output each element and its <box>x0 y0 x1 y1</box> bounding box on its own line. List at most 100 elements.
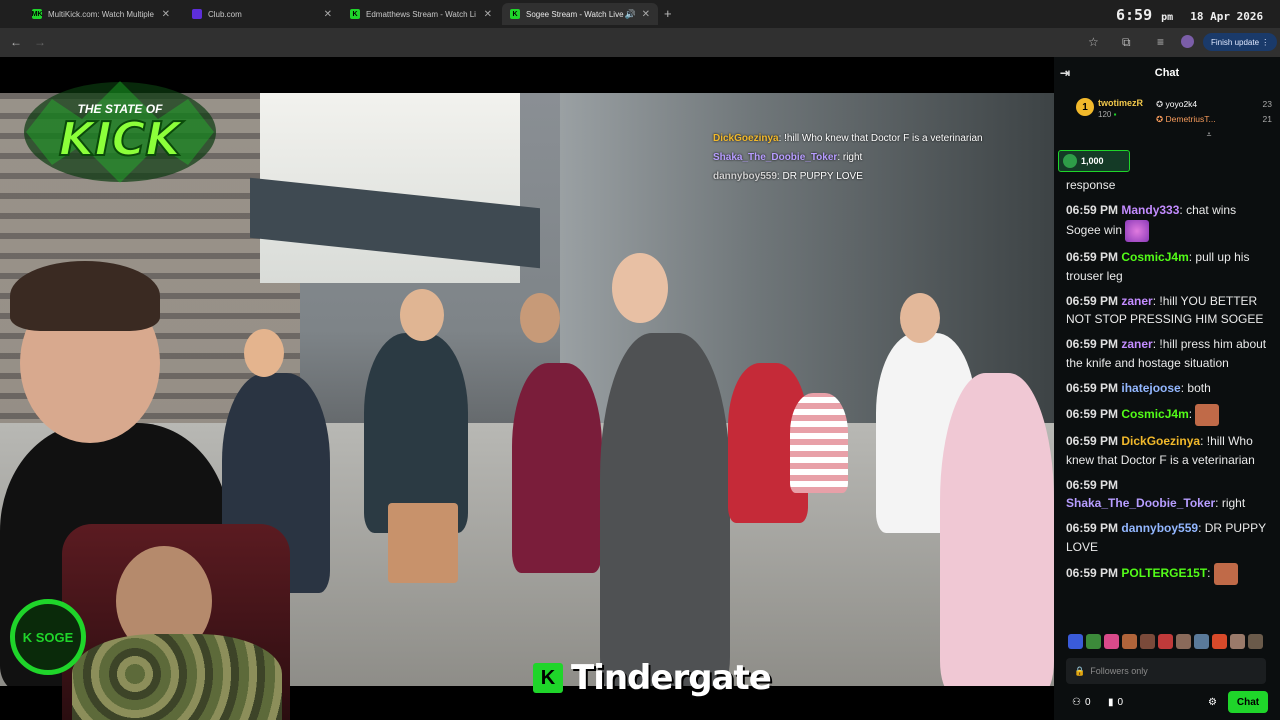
tab-label: Club.com <box>208 9 242 19</box>
finish-update-label: Finish update <box>1211 37 1260 47</box>
gift-icon: ▪ <box>1113 110 1117 119</box>
tab-label: Edmatthews Stream - Watch Li <box>366 9 476 19</box>
message-user[interactable]: DickGoezinya <box>1121 434 1200 448</box>
emote-icon[interactable] <box>1140 634 1155 649</box>
emote-icon[interactable] <box>1158 634 1173 649</box>
reading-list-icon[interactable]: ≡ <box>1157 35 1164 49</box>
message-user[interactable]: ihatejoose <box>1121 381 1180 395</box>
chat-message: 06:59 PM zaner: !hill press him about th… <box>1066 335 1274 372</box>
emote-icon[interactable] <box>1086 634 1101 649</box>
message-user[interactable]: CosmicJ4m <box>1121 407 1188 421</box>
star-icon[interactable]: ☆ <box>1088 35 1099 49</box>
message-text: response <box>1066 178 1116 192</box>
send-chat-button[interactable]: Chat <box>1228 691 1268 713</box>
channel-gifts[interactable]: ▮ 0 <box>1108 697 1123 708</box>
kick-logo-icon: K <box>533 663 563 693</box>
tab-sogee[interactable]: K Sogee Stream - Watch Live 🔊 ✕ <box>502 3 658 25</box>
emote-quickbar <box>1068 634 1263 649</box>
tab-label: MultiKick.com: Watch Multiple <box>48 9 154 19</box>
tab-edmatthews[interactable]: K Edmatthews Stream - Watch Li ✕ <box>342 3 500 25</box>
leaderboard-row[interactable]: ✪ yoyo2k4 23 <box>1156 97 1272 112</box>
profile-avatar[interactable] <box>1181 35 1194 48</box>
chat-message: 06:59 PM CosmicJ4m: <box>1066 403 1274 426</box>
close-icon[interactable]: ✕ <box>484 9 492 20</box>
overlay-chat-text: : !hill Who knew that Doctor F is a vete… <box>778 133 983 144</box>
state-of-kick-logo: THE STATE OF KICK <box>24 81 216 183</box>
person-pink <box>940 373 1054 686</box>
stream-title: Tindergate <box>571 658 772 698</box>
overlay-chat-line: Shaka_The_Doobie_Toker: right <box>713 148 983 167</box>
leaderboard-name: DemetriusT... <box>1165 114 1216 124</box>
chat-panel: ⇥ Chat 1 twotimezR 120 ▪ ✪ yoyo2k4 23 ✪ … <box>1054 57 1280 720</box>
chat-input[interactable]: 🔒 Followers only <box>1066 658 1266 684</box>
gifter-leaderboard: 1 twotimezR 120 ▪ ✪ yoyo2k4 23 ✪ Demetri… <box>1054 89 1280 141</box>
message-text: : <box>1188 406 1193 421</box>
person-suit <box>600 333 730 686</box>
svg-text:KICK: KICK <box>59 112 185 166</box>
message-user[interactable]: Shaka_The_Doobie_Toker <box>1066 496 1215 510</box>
message-time: 06:59 PM <box>1066 434 1119 449</box>
leaderboard-count: 23 <box>1262 99 1272 109</box>
close-icon[interactable]: ✕ <box>324 9 332 20</box>
chat-message: 06:59 PM ihatejoose: both <box>1066 379 1274 398</box>
clock-time: 6:59 <box>1116 6 1153 24</box>
emote-icon[interactable] <box>1068 634 1083 649</box>
channel-points[interactable]: ⚇ 0 <box>1072 697 1091 708</box>
gift-goal-badge[interactable]: 1,000 <box>1058 150 1130 172</box>
settings-gear-icon[interactable]: ⚙ <box>1208 697 1217 708</box>
tab-multikick[interactable]: MK MultiKick.com: Watch Multiple ✕ <box>24 3 178 25</box>
back-arrow-icon[interactable]: ← <box>10 35 22 49</box>
chat-title: Chat <box>1154 67 1180 79</box>
leaderboard-count-value: 120 <box>1098 110 1112 119</box>
stream-player[interactable]: DickGoezinya: !hill Who knew that Doctor… <box>0 57 1054 720</box>
emote-icon[interactable] <box>1248 634 1263 649</box>
emote-icon[interactable] <box>1176 634 1191 649</box>
leaderboard-row[interactable]: ✪ DemetriusT... 21 <box>1156 112 1272 127</box>
emote-icon[interactable] <box>1122 634 1137 649</box>
tab-club[interactable]: Club.com ✕ <box>184 3 340 25</box>
leaderboard-name: twotimezR <box>1098 98 1143 108</box>
message-user[interactable]: POLTERGE15T <box>1121 566 1207 580</box>
overlay-chat-line: DickGoezinya: !hill Who knew that Doctor… <box>713 129 983 148</box>
person-shorts <box>388 503 458 583</box>
points-count: 0 <box>1084 697 1091 708</box>
chat-message: 06:59 PM zaner: !hill YOU BETTER NOT STO… <box>1066 292 1274 329</box>
medal-icon: ✪ <box>1156 99 1164 109</box>
gift-box-icon: ▮ <box>1108 697 1114 708</box>
message-time: 06:59 PM <box>1066 406 1119 421</box>
overlay-chat-user: DickGoezinya <box>713 133 779 144</box>
message-time: 06:59 PM <box>1066 521 1119 536</box>
emote-icon[interactable] <box>1194 634 1209 649</box>
person-red-outfit-head <box>520 293 560 343</box>
lock-icon: 🔒 <box>1074 665 1086 676</box>
extensions-icon[interactable]: ⧉ <box>1122 35 1131 50</box>
close-icon[interactable]: ✕ <box>162 9 170 20</box>
message-text: : both <box>1180 380 1211 395</box>
hearts-emote-icon <box>1125 219 1150 242</box>
close-icon[interactable]: ✕ <box>642 9 650 20</box>
chat-message: response <box>1066 176 1274 195</box>
kick-favicon-icon: K <box>350 9 360 19</box>
emote-icon[interactable] <box>1104 634 1119 649</box>
message-user[interactable]: CosmicJ4m <box>1121 250 1188 264</box>
rank-badge: 1 <box>1076 98 1094 116</box>
message-user[interactable]: zaner <box>1121 337 1152 351</box>
new-tab-icon[interactable]: + <box>664 6 672 21</box>
message-user[interactable]: Mandy333 <box>1121 203 1179 217</box>
leaderboard-count: 120 ▪ <box>1098 110 1143 119</box>
browser-tab-bar: MK MultiKick.com: Watch Multiple ✕ Club.… <box>0 0 1280 28</box>
collapse-chat-icon[interactable]: ⇥ <box>1060 66 1070 80</box>
emote-icon[interactable] <box>1230 634 1245 649</box>
video-overlay-chat: DickGoezinya: !hill Who knew that Doctor… <box>713 129 983 186</box>
leaderboard-first[interactable]: 1 twotimezR 120 ▪ <box>1076 98 1143 119</box>
speaker-icon[interactable]: 🔊 <box>625 9 636 20</box>
message-time: 06:59 PM <box>1066 380 1119 395</box>
finish-update-button[interactable]: Finish update ⋮ <box>1203 33 1278 51</box>
message-user[interactable]: zaner <box>1121 294 1152 308</box>
message-user[interactable]: dannyboy559 <box>1121 521 1198 535</box>
chat-message: 06:59 PM CosmicJ4m: pull up his trouser … <box>1066 248 1274 285</box>
points-icon: ⚇ <box>1072 697 1081 708</box>
expand-chevron-icon[interactable]: ⩡ <box>1146 127 1272 142</box>
forward-arrow-icon[interactable]: → <box>34 35 46 49</box>
emote-icon[interactable] <box>1212 634 1227 649</box>
